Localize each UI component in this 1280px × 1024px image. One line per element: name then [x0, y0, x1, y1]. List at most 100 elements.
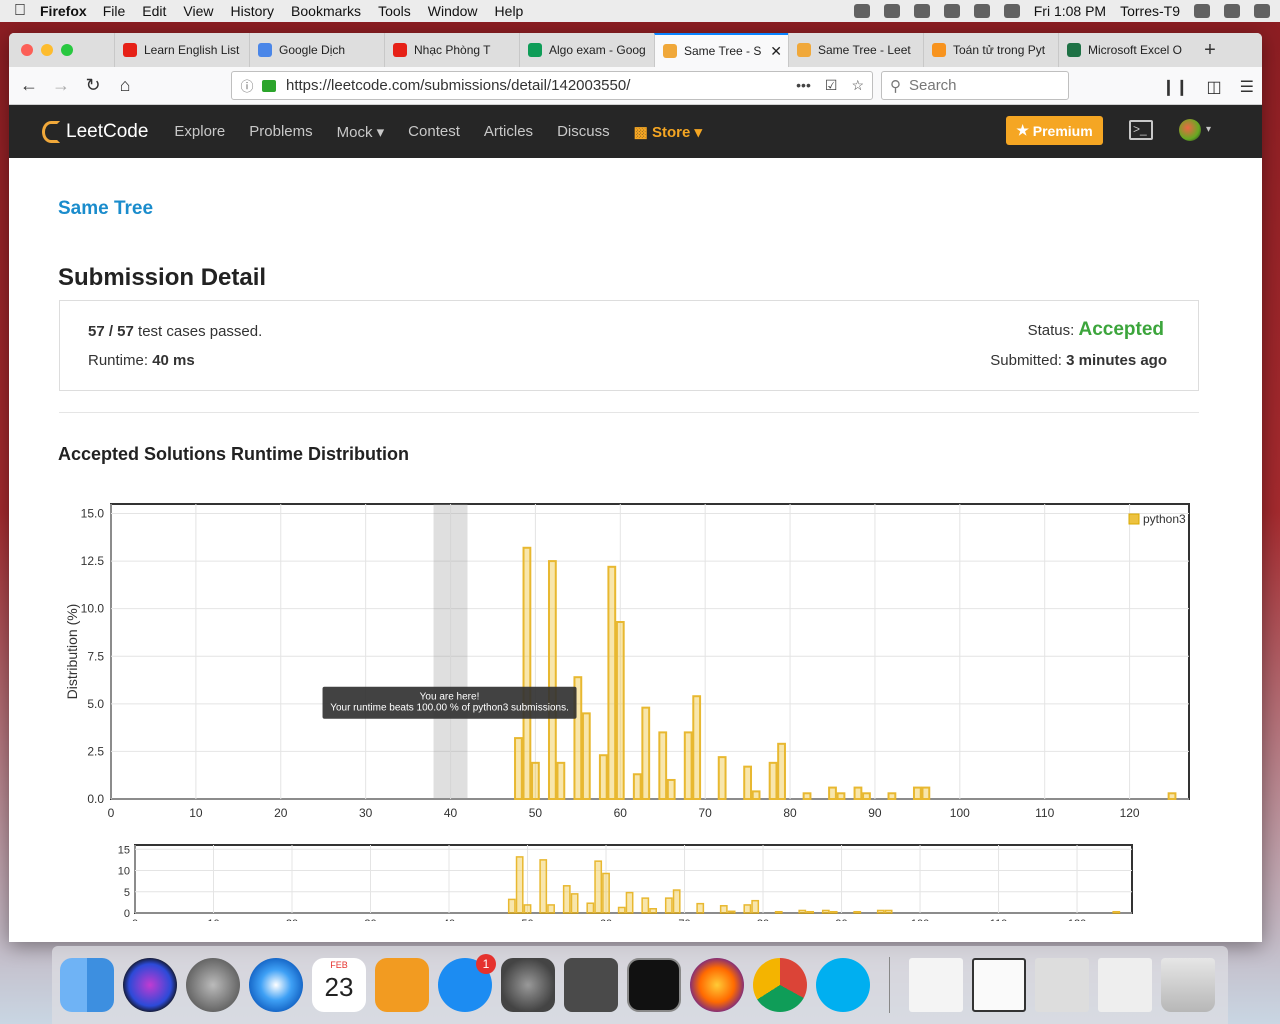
nav-store[interactable]: ▩ Store ▾ — [634, 123, 702, 141]
minimize-window-button[interactable] — [41, 44, 53, 56]
spreadsheet-thumbnail-icon[interactable] — [1098, 958, 1152, 1012]
pocket-icon[interactable]: ☑ — [825, 77, 838, 94]
avatar[interactable] — [1179, 119, 1201, 141]
browser-tab[interactable]: Learn English List — [114, 33, 249, 67]
menu-tools[interactable]: Tools — [378, 3, 411, 19]
menu-bookmarks[interactable]: Bookmarks — [291, 3, 361, 19]
ibooks-icon[interactable] — [375, 958, 429, 1012]
browser-tab[interactable]: Nhạc Phòng T — [384, 33, 519, 67]
chart-navigator[interactable]: 0 10 20 30 40 50 60 70 80 90 100 110 120 0 5 10 15 — [99, 841, 1149, 921]
sublime-text-icon[interactable] — [564, 958, 618, 1012]
navigator-bar — [696, 902, 705, 914]
firefox-icon[interactable] — [690, 958, 744, 1012]
tab-favicon-icon — [393, 43, 407, 57]
bookmark-star-icon[interactable]: ☆ — [851, 77, 864, 94]
nav-discuss[interactable]: Discuss — [557, 123, 610, 141]
page-actions-icon[interactable]: ••• — [796, 77, 811, 94]
search-input[interactable]: ⚲ Search — [881, 71, 1069, 100]
hamburger-menu-icon[interactable]: ☰ — [1240, 77, 1254, 97]
library-icon[interactable]: ❙❙ — [1162, 77, 1189, 97]
search-icon[interactable] — [1194, 4, 1210, 18]
nav-problems[interactable]: Problems — [249, 123, 312, 141]
document-icon[interactable] — [909, 958, 963, 1012]
navigator-bar — [1112, 910, 1121, 914]
navigator-x-tick-label: 50 — [521, 918, 533, 921]
window-thumbnail-icon[interactable] — [972, 958, 1026, 1012]
avatar-caret-icon[interactable]: ▾ — [1206, 124, 1211, 135]
skype-icon[interactable] — [816, 958, 870, 1012]
system-preferences-icon[interactable] — [501, 958, 555, 1012]
apple-icon[interactable]:  — [0, 2, 40, 20]
screenshot-thumbnail-icon[interactable] — [1035, 958, 1089, 1012]
menu-edit[interactable]: Edit — [142, 3, 166, 19]
siri-icon[interactable] — [123, 958, 177, 1012]
reload-icon[interactable]: ↻ — [77, 75, 109, 96]
sidebar-icon[interactable]: ◫ — [1207, 77, 1222, 97]
url-bar[interactable]: ⓘ https://leetcode.com/submissions/detai… — [231, 71, 873, 100]
bar — [921, 786, 931, 801]
browser-tab[interactable]: Algo exam - Goog — [519, 33, 654, 67]
browser-tab[interactable]: Same Tree - Leet — [788, 33, 923, 67]
nav-mock[interactable]: Mock ▾ — [337, 123, 385, 141]
url-text[interactable]: https://leetcode.com/submissions/detail/… — [286, 77, 630, 94]
flag-icon[interactable] — [1003, 4, 1020, 18]
calendar-icon[interactable]: FEB 23 — [312, 958, 366, 1012]
nav-explore[interactable]: Explore — [174, 123, 225, 141]
menu-window[interactable]: Window — [428, 3, 478, 19]
bar — [514, 737, 523, 800]
close-window-button[interactable] — [21, 44, 33, 56]
clock[interactable]: Fri 1:08 PM — [1034, 3, 1106, 19]
runtime-distribution-chart[interactable]: 0 10 20 30 40 50 60 70 80 90 100 110 120 0.0 2.5 5.0 7.5… — [49, 474, 1199, 824]
nav-articles[interactable]: Articles — [484, 123, 533, 141]
navigator-x-tick-label: 40 — [443, 918, 455, 921]
terminal-icon[interactable] — [627, 958, 681, 1012]
app-menu[interactable]: Firefox — [40, 3, 87, 19]
airplay-icon[interactable] — [913, 4, 930, 18]
trash-icon[interactable] — [1161, 958, 1215, 1012]
browser-tab[interactable]: Google Dịch — [249, 33, 384, 67]
leetcode-logo[interactable]: LeetCode — [42, 120, 148, 143]
siri-icon[interactable] — [1224, 4, 1240, 18]
playground-terminal-icon[interactable]: >_ — [1129, 120, 1153, 140]
browser-tab[interactable]: Toán tử trong Pyt — [923, 33, 1058, 67]
status-label: Status: — [1027, 322, 1075, 339]
bar — [531, 761, 540, 801]
tab-close-icon[interactable]: ✕ — [770, 43, 782, 60]
maximize-window-button[interactable] — [61, 44, 73, 56]
info-icon[interactable]: ⓘ — [236, 76, 258, 95]
chrome-icon[interactable] — [753, 958, 807, 1012]
navigator-bar — [853, 910, 862, 914]
launchpad-icon[interactable] — [186, 958, 240, 1012]
menu-history[interactable]: History — [230, 3, 274, 19]
wifi-icon[interactable] — [883, 4, 900, 18]
home-icon[interactable]: ⌂ — [109, 75, 141, 96]
search-placeholder: Search — [909, 77, 957, 94]
back-icon[interactable]: ← — [13, 75, 45, 96]
browser-tab[interactable]: Same Tree - S ✕ — [654, 33, 788, 67]
test-cases-line: 57 / 57 test cases passed. — [88, 323, 262, 340]
bar — [598, 754, 608, 800]
check-icon[interactable] — [853, 4, 870, 18]
user-name[interactable]: Torres-T9 — [1120, 3, 1180, 19]
notification-center-icon[interactable] — [1254, 4, 1270, 18]
bar — [641, 706, 651, 800]
eject-icon[interactable] — [943, 4, 960, 18]
caret-down-icon: ▾ — [694, 123, 702, 141]
bar — [777, 742, 786, 801]
browser-tab[interactable]: Microsoft Excel O — [1058, 33, 1193, 67]
app-store-icon[interactable]: 1 — [438, 954, 496, 1012]
new-tab-button[interactable]: + — [1193, 39, 1227, 62]
problem-link[interactable]: Same Tree — [58, 198, 153, 220]
premium-button[interactable]: ★ Premium — [1006, 116, 1103, 145]
safari-icon[interactable] — [249, 958, 303, 1012]
menu-file[interactable]: File — [103, 3, 126, 19]
nav-contest[interactable]: Contest — [408, 123, 460, 141]
toolbar-right: ❙❙ ◫ ☰ — [1162, 77, 1254, 97]
navigator-bar — [719, 905, 728, 914]
volume-icon[interactable] — [973, 4, 990, 18]
finder-icon[interactable] — [60, 958, 114, 1012]
menu-help[interactable]: Help — [495, 3, 524, 19]
window-controls — [9, 44, 114, 56]
forward-icon[interactable]: → — [45, 75, 77, 96]
menu-view[interactable]: View — [183, 3, 213, 19]
